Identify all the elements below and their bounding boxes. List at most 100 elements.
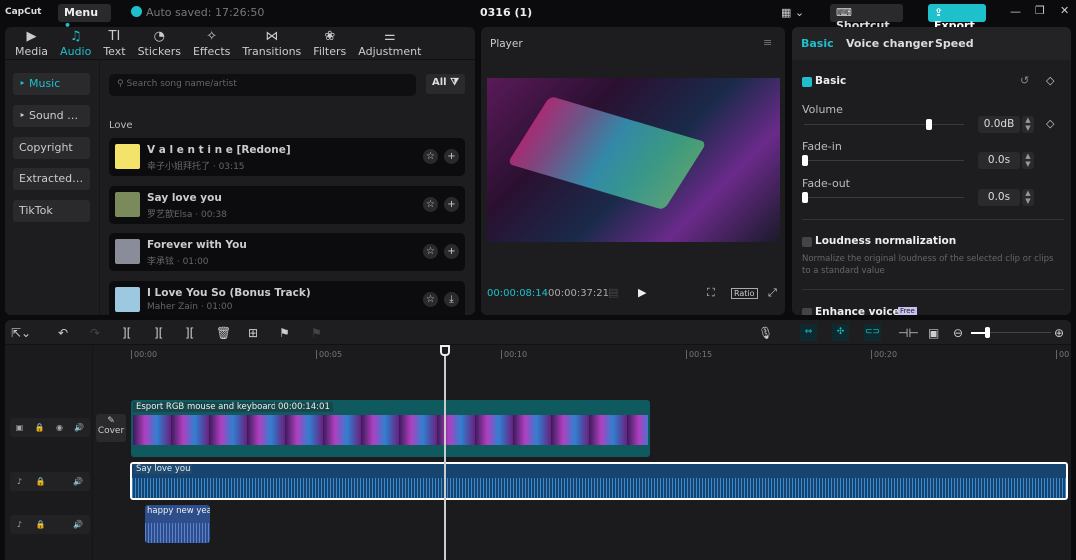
volume-stepper[interactable]: ▲ ▼ (1022, 116, 1034, 133)
lock-icon[interactable]: 🔒 (36, 477, 46, 486)
delete-icon[interactable]: 🗑 (216, 326, 231, 340)
tab-speed[interactable]: Speed (935, 37, 974, 50)
preview-axis-icon[interactable]: ⊣⊢ (898, 326, 919, 340)
reset-icon[interactable]: ↺ (1020, 74, 1029, 87)
speaker-icon[interactable]: 🔊 (73, 520, 83, 529)
filter-button[interactable]: All ⧩ (426, 74, 465, 94)
song-meta: Maher Zain · 01:00 (147, 302, 233, 312)
fade-in-stepper[interactable]: ▲ ▼ (1022, 152, 1034, 169)
tab-transitions[interactable]: ⋈ Transitions (236, 27, 307, 59)
time-ruler[interactable]: 00:00 00:05 00:10 00:15 00:20 00 (5, 345, 1071, 359)
thumbnail-icon[interactable]: ▣ (928, 326, 939, 340)
main-track-magnet-icon[interactable]: ⇔ (800, 324, 817, 341)
speaker-icon[interactable]: 🔊 (73, 477, 83, 486)
fade-in-slider[interactable] (804, 160, 964, 161)
favorite-icon[interactable]: ☆ (423, 244, 438, 259)
video-preview[interactable] (487, 78, 780, 242)
close-icon[interactable]: ✕ (1060, 4, 1069, 17)
loudness-checkbox[interactable] (802, 237, 812, 247)
fade-out-handle[interactable] (802, 192, 808, 203)
volume-slider[interactable] (804, 124, 964, 125)
sidebar-item-sound-effects[interactable]: ‣ Sound effe... (13, 105, 90, 127)
auto-snap-icon[interactable]: ✣ (832, 324, 849, 341)
tab-voice-changer[interactable]: Voice changer (846, 37, 933, 50)
playhead-handle[interactable] (440, 345, 450, 356)
list-item[interactable]: Forever with You 李承铉 · 01:00 ☆ + (109, 233, 465, 271)
fullscreen-icon[interactable]: ⤢ (768, 286, 777, 300)
favorite-icon[interactable]: ☆ (423, 197, 438, 212)
volume-slider-handle[interactable] (925, 119, 932, 130)
sidebar-item-music[interactable]: ‣ Music (13, 73, 90, 95)
basic-section-title: Basic (815, 75, 847, 87)
add-icon[interactable]: + (444, 149, 459, 164)
fade-out-slider[interactable] (804, 197, 964, 198)
fade-out-stepper[interactable]: ▲ ▼ (1022, 189, 1034, 206)
cover-button[interactable]: ✎ Cover (96, 414, 126, 442)
audio-clip[interactable]: Say love you (130, 462, 1068, 500)
play-icon[interactable]: ▶ (638, 286, 646, 299)
microphone-icon[interactable]: 🎙 (758, 326, 773, 340)
tab-text[interactable]: TI Text (97, 27, 131, 59)
flag-icon[interactable]: ⚑ (279, 326, 290, 340)
redo-icon[interactable]: ↷ (90, 326, 100, 340)
tab-audio[interactable]: ♫ Audio (54, 27, 97, 59)
zoom-slider-handle[interactable] (985, 327, 990, 338)
fade-in-handle[interactable] (802, 155, 808, 166)
keyframe-icon[interactable]: ◇ (1046, 74, 1054, 87)
upload-icon: ⇪ (934, 6, 944, 19)
menu-icon[interactable]: ≡ (763, 36, 772, 49)
download-icon[interactable]: ⤓ (444, 292, 459, 307)
ratio-button[interactable]: Ratio (731, 288, 758, 299)
lock-icon[interactable]: 🔒 (36, 520, 46, 529)
undo-icon[interactable]: ↶ (58, 326, 68, 340)
sidebar-item-tiktok[interactable]: TikTok (13, 200, 90, 222)
ai-marker-icon[interactable]: ⊞ (248, 326, 258, 340)
list-item[interactable]: V a l e n t i n e [Redone] 幸子小姐拜托了 · 03:1… (109, 138, 465, 176)
capcut-logo: CapCut (5, 7, 42, 17)
waveform-icon[interactable]: ▤ (608, 286, 618, 299)
volume-value[interactable]: 0.0dB (978, 116, 1020, 133)
zoom-in-icon[interactable]: ⊕ (1054, 326, 1064, 340)
trim-right-icon[interactable]: ][ (185, 326, 194, 340)
favorite-icon[interactable]: ☆ (423, 149, 438, 164)
link-icon[interactable]: ⊂⊃ (864, 324, 881, 341)
trim-left-icon[interactable]: ][ (154, 326, 163, 340)
tab-effects[interactable]: ✧ Effects (187, 27, 236, 59)
tab-stickers[interactable]: ◔ Stickers (132, 27, 187, 59)
add-icon[interactable]: + (444, 197, 459, 212)
favorite-icon[interactable]: ☆ (423, 292, 438, 307)
volume-keyframe-icon[interactable]: ◇ (1046, 117, 1054, 130)
enhance-voice-checkbox[interactable] (802, 308, 812, 315)
select-tool-icon[interactable]: ⇱⌄ (11, 326, 31, 340)
audio-clip[interactable]: happy new yea (145, 505, 210, 543)
text-icon: TI (108, 29, 121, 44)
minimize-icon[interactable]: — (1010, 5, 1021, 18)
export-button[interactable]: ⇪ Export (928, 4, 986, 32)
menu-button[interactable]: Menu •⌄ (58, 4, 111, 32)
basic-checkbox[interactable] (802, 77, 812, 87)
restore-icon[interactable]: ❐ (1035, 4, 1045, 17)
speaker-icon[interactable]: 🔊 (74, 423, 84, 432)
fade-out-value[interactable]: 0.0s (978, 189, 1020, 206)
search-input[interactable]: ⚲ Search song name/artist (109, 74, 416, 96)
fade-in-value[interactable]: 0.0s (978, 152, 1020, 169)
list-item[interactable]: I Love You So (Bonus Track) Maher Zain · … (109, 281, 465, 315)
song-title: I Love You So (Bonus Track) (147, 287, 311, 299)
split-icon[interactable]: ][ (122, 326, 131, 340)
add-icon[interactable]: + (444, 244, 459, 259)
shortcut-button[interactable]: ⌨ Shortcut (830, 4, 903, 32)
sidebar-item-copyright[interactable]: Copyright (13, 137, 90, 159)
tab-adjustment[interactable]: ⚌ Adjustment (352, 27, 427, 59)
zoom-out-icon[interactable]: ⊖ (953, 326, 963, 340)
lock-icon[interactable]: 🔒 (35, 423, 45, 432)
layout-icon[interactable]: ▦ ⌄ (781, 6, 804, 19)
sidebar-item-extracted[interactable]: Extracted a... (13, 168, 90, 190)
eye-icon[interactable]: ◉ (56, 423, 63, 432)
tab-basic[interactable]: Basic (801, 37, 834, 50)
playhead[interactable] (444, 345, 446, 560)
tab-filters[interactable]: ❀ Filters (307, 27, 352, 59)
zoom-fit-icon[interactable]: ⛶ (707, 286, 715, 300)
video-clip[interactable]: Esport RGB mouse and keyboard 00:00:14:0… (131, 400, 650, 457)
tab-media[interactable]: ▶ Media (9, 27, 54, 59)
list-item[interactable]: Say love you 罗艺歆Elsa · 00:38 ☆ + (109, 186, 465, 224)
